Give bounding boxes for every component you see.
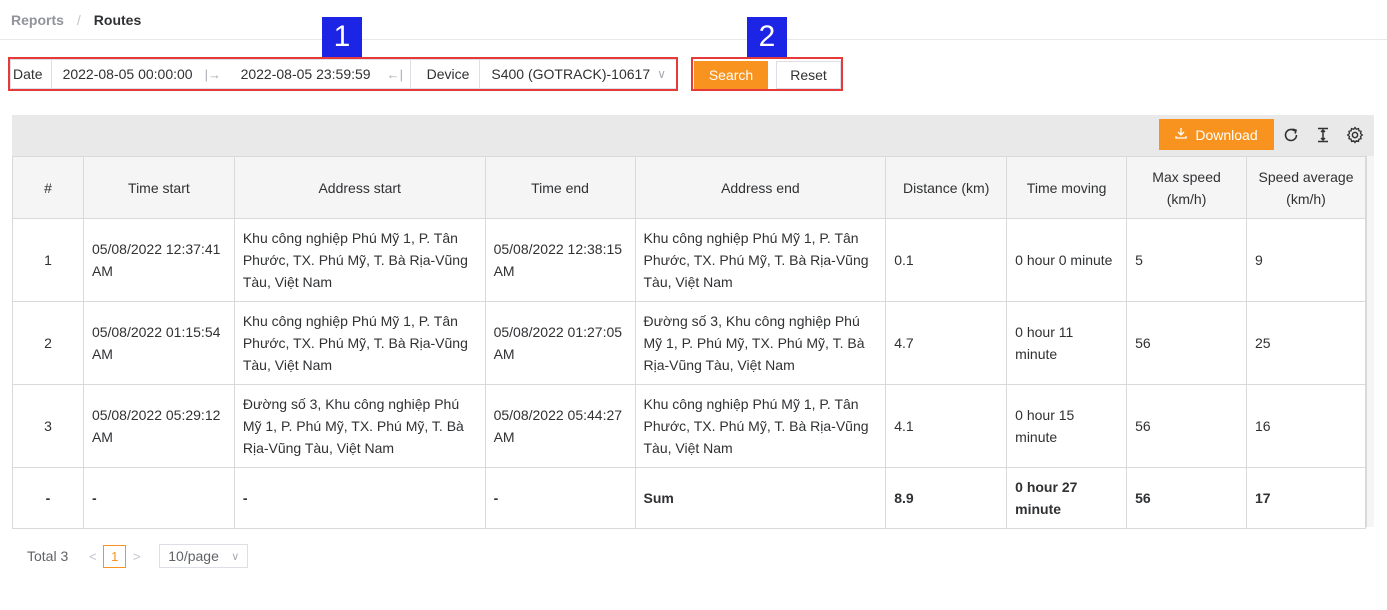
cell-time-end: 05/08/2022 12:38:15 AM bbox=[484, 218, 636, 302]
breadcrumb-separator: / bbox=[76, 11, 81, 28]
cell-time-end: 05/08/2022 01:27:05 AM bbox=[484, 301, 636, 385]
cell-distance: 4.1 bbox=[885, 384, 1008, 468]
cell-max-speed: 56 bbox=[1126, 384, 1248, 468]
cell-address-end: Khu công nghiệp Phú Mỹ 1, P. Tân Phước, … bbox=[634, 384, 887, 468]
cell-index: 3 bbox=[12, 384, 84, 468]
pagination: Total 3 < 1 > 10/page ∨ bbox=[27, 544, 249, 568]
sum-cell-max-speed: 56 bbox=[1126, 467, 1248, 529]
sum-cell-distance: 8.9 bbox=[885, 467, 1008, 529]
next-page-icon[interactable]: > bbox=[128, 549, 145, 564]
breadcrumb: Reports / Routes bbox=[0, 0, 1387, 40]
chevron-down-icon: ∨ bbox=[231, 550, 240, 563]
breadcrumb-reports-link[interactable]: Reports bbox=[11, 12, 64, 28]
sum-cell-speed-average: 17 bbox=[1246, 467, 1366, 529]
col-header-max-speed[interactable]: Max speed (km/h) bbox=[1126, 156, 1248, 219]
cell-time-end: 05/08/2022 05:44:27 AM bbox=[484, 384, 636, 468]
col-header-time-start[interactable]: Time start bbox=[82, 156, 235, 219]
routes-table: # Time start Address start Time end Addr… bbox=[12, 156, 1366, 529]
table-sum-row: - - - - Sum 8.9 0 hour 27 minute 56 17 bbox=[12, 467, 1366, 529]
download-icon bbox=[1175, 127, 1188, 142]
table-header-row: # Time start Address start Time end Addr… bbox=[12, 156, 1366, 219]
cell-address-end: Đường số 3, Khu công nghiệp Phú Mỹ 1, P.… bbox=[634, 301, 887, 385]
prev-page-icon[interactable]: < bbox=[84, 549, 101, 564]
column-height-icon[interactable] bbox=[1312, 124, 1334, 146]
refresh-icon[interactable] bbox=[1280, 124, 1302, 146]
page-size-value: 10/page bbox=[168, 548, 219, 564]
pagination-total: Total 3 bbox=[27, 548, 69, 564]
page-size-select[interactable]: 10/page ∨ bbox=[159, 544, 249, 568]
cell-speed-average: 25 bbox=[1246, 301, 1366, 385]
col-header-index[interactable]: # bbox=[12, 156, 84, 219]
cell-time-moving: 0 hour 0 minute bbox=[1006, 218, 1128, 302]
highlight-box-filters bbox=[8, 57, 678, 91]
cell-distance: 0.1 bbox=[885, 218, 1008, 302]
col-header-address-start[interactable]: Address start bbox=[233, 156, 486, 219]
cell-speed-average: 9 bbox=[1246, 218, 1366, 302]
cell-distance: 4.7 bbox=[885, 301, 1008, 385]
download-button-label: Download bbox=[1195, 126, 1258, 143]
sum-cell-time-end: - bbox=[484, 467, 636, 529]
col-header-distance[interactable]: Distance (km) bbox=[885, 156, 1008, 219]
sum-cell-time-moving: 0 hour 27 minute bbox=[1006, 467, 1128, 529]
cell-address-end: Khu công nghiệp Phú Mỹ 1, P. Tân Phước, … bbox=[634, 218, 887, 302]
page-number-button[interactable]: 1 bbox=[103, 544, 127, 568]
search-button[interactable]: Search bbox=[694, 61, 768, 89]
breadcrumb-current: Routes bbox=[93, 11, 142, 28]
col-header-time-moving[interactable]: Time moving bbox=[1006, 156, 1128, 219]
col-header-time-end[interactable]: Time end bbox=[484, 156, 636, 219]
gear-icon[interactable] bbox=[1344, 124, 1366, 146]
sum-cell-time-start: - bbox=[82, 467, 235, 529]
cell-index: 2 bbox=[12, 301, 84, 385]
marker-2: 2 bbox=[747, 17, 787, 57]
reset-button[interactable]: Reset bbox=[776, 61, 841, 89]
cell-time-start: 05/08/2022 01:15:54 AM bbox=[82, 301, 235, 385]
table-row: 2 05/08/2022 01:15:54 AM Khu công nghiệp… bbox=[12, 301, 1366, 385]
cell-max-speed: 56 bbox=[1126, 301, 1248, 385]
download-button[interactable]: Download bbox=[1159, 119, 1274, 150]
col-header-address-end[interactable]: Address end bbox=[634, 156, 887, 219]
cell-address-start: Đường số 3, Khu công nghiệp Phú Mỹ 1, P.… bbox=[233, 384, 486, 468]
cell-index: 1 bbox=[12, 218, 84, 302]
cell-speed-average: 16 bbox=[1246, 384, 1366, 468]
cell-time-start: 05/08/2022 05:29:12 AM bbox=[82, 384, 235, 468]
cell-address-start: Khu công nghiệp Phú Mỹ 1, P. Tân Phước, … bbox=[233, 218, 486, 302]
col-header-speed-average[interactable]: Speed average (km/h) bbox=[1246, 156, 1366, 219]
marker-1: 1 bbox=[322, 17, 362, 57]
sum-cell-address-start: - bbox=[233, 467, 486, 529]
cell-time-start: 05/08/2022 12:37:41 AM bbox=[82, 218, 235, 302]
sum-cell-index: - bbox=[12, 467, 84, 529]
table-row: 1 05/08/2022 12:37:41 AM Khu công nghiệp… bbox=[12, 218, 1366, 302]
cell-time-moving: 0 hour 15 minute bbox=[1006, 384, 1128, 468]
sum-cell-label: Sum bbox=[634, 467, 887, 529]
table-scroll-edge bbox=[1366, 156, 1374, 527]
cell-address-start: Khu công nghiệp Phú Mỹ 1, P. Tân Phước, … bbox=[233, 301, 486, 385]
table-row: 3 05/08/2022 05:29:12 AM Đường số 3, Khu… bbox=[12, 384, 1366, 468]
cell-max-speed: 5 bbox=[1126, 218, 1248, 302]
cell-time-moving: 0 hour 11 minute bbox=[1006, 301, 1128, 385]
